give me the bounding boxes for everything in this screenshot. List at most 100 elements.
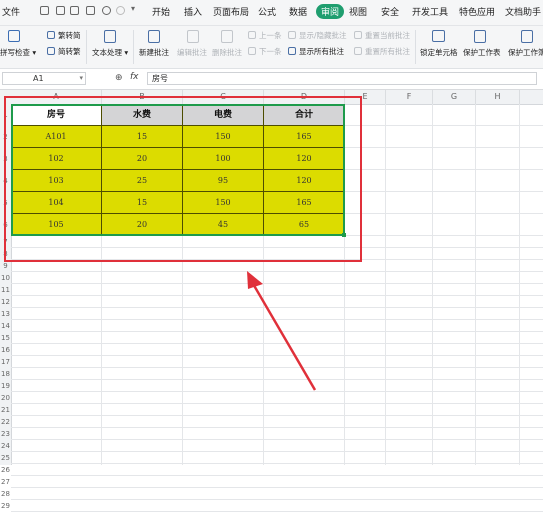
row-header-27[interactable]: 27 [0,476,11,488]
ribbon-separator [86,30,87,64]
delete-comment-button[interactable]: 删除批注 [212,47,242,58]
grid-horizontal-line [11,499,543,500]
row-header-24[interactable]: 24 [0,440,11,452]
grid-vertical-line [432,104,433,465]
print-preview-icon[interactable] [56,6,65,15]
protect-sheet-icon [474,30,486,43]
name-box[interactable]: A1 ▾ [2,72,86,85]
column-header-g[interactable]: G [433,90,476,104]
menu-tab-7[interactable]: 安全 [381,5,399,18]
formula-input[interactable]: 房号 [147,72,537,85]
row-header-28[interactable]: 28 [0,488,11,500]
grid-horizontal-line [11,403,543,404]
to-simplified-icon [47,31,55,39]
row-header-25[interactable]: 25 [0,452,11,464]
grid-horizontal-line [11,415,543,416]
show-hide-comment-button[interactable]: 显示/隐藏批注 [299,30,347,41]
next-comment-icon [248,47,256,55]
text-process-button[interactable]: 文本处理 ▾ [92,47,128,58]
next-comment-button[interactable]: 下一条 [259,46,282,57]
arrow-head [247,271,263,289]
row-header-14[interactable]: 14 [0,320,11,332]
export-pdf-icon[interactable] [86,6,95,15]
reset-all-comments-icon [354,47,362,55]
row-header-15[interactable]: 15 [0,332,11,344]
protect-workbook-icon [521,30,533,43]
row-header-21[interactable]: 21 [0,404,11,416]
file-menu[interactable]: 文件 [2,5,20,18]
arrow-shaft [250,281,317,391]
spell-check-button[interactable]: 拼写检查 ▾ [0,47,36,58]
ribbon-separator [415,30,416,64]
prev-comment-icon [248,31,256,39]
column-header-h[interactable]: H [476,90,520,104]
to-traditional-icon [47,47,55,55]
row-header-10[interactable]: 10 [0,272,11,284]
row-header-23[interactable]: 23 [0,428,11,440]
grid-horizontal-line [11,451,543,452]
customize-toolbar-icon[interactable]: ▾ [131,4,140,13]
row-header-19[interactable]: 19 [0,380,11,392]
reset-all-comments-button[interactable]: 重置所有批注 [365,46,410,57]
zoom-search-icon[interactable]: ⊕ [115,73,123,83]
redo-icon[interactable] [116,6,125,15]
row-header-22[interactable]: 22 [0,416,11,428]
menu-tab-3[interactable]: 公式 [258,5,276,18]
menu-tab-2[interactable]: 页面布局 [213,5,249,18]
edit-comment-button[interactable]: 编辑批注 [177,47,207,58]
grid-horizontal-line [11,439,543,440]
row-header-16[interactable]: 16 [0,344,11,356]
text-process-icon [104,30,116,43]
protect-workbook-button[interactable]: 保护工作簿 [508,47,543,58]
menu-tab-5[interactable]: 审阅 [316,4,345,19]
menu-tab-6[interactable]: 视图 [349,5,367,18]
row-header-12[interactable]: 12 [0,296,11,308]
print-icon[interactable] [70,6,79,15]
grid-horizontal-line [11,475,543,476]
menu-bar: 文件 ▾ 开始 插入 页面布局 公式 数据 审阅 视图 安全 开发工具 特色应用 文档助手 [0,0,543,26]
protect-sheet-button[interactable]: 保护工作表 [463,47,501,58]
annotation-arrow [247,271,317,391]
ribbon-review: 拼写检查 ▾ 繁转简 简转繁 文本处理 ▾ 新建批注 编辑批注 删除批注 上一条… [0,26,543,69]
chevron-down-icon[interactable]: ▾ [79,73,83,84]
row-header-11[interactable]: 11 [0,284,11,296]
grid-horizontal-line [11,487,543,488]
save-icon[interactable] [40,6,49,15]
grid-vertical-line [385,104,386,465]
new-comment-button[interactable]: 新建批注 [139,47,169,58]
menu-tab-4[interactable]: 数据 [289,5,307,18]
lock-cell-button[interactable]: 锁定单元格 [420,47,458,58]
to-traditional-button[interactable]: 简转繁 [58,46,81,57]
reset-current-comment-icon [354,31,362,39]
lock-cell-icon [432,30,445,42]
formula-bar: A1 ▾ ⊕ fx 房号 [0,69,543,90]
to-simplified-button[interactable]: 繁转简 [58,30,81,41]
undo-icon[interactable] [102,6,111,15]
reset-current-comment-button[interactable]: 重置当前批注 [365,30,410,41]
menu-tab-10[interactable]: 文档助手 [505,5,541,18]
new-comment-icon [148,30,160,43]
menu-tab-8[interactable]: 开发工具 [412,5,448,18]
grid-vertical-line [519,104,520,465]
grid-horizontal-line [11,463,543,464]
delete-comment-icon [221,30,233,43]
menu-tab-0[interactable]: 开始 [152,5,170,18]
grid-horizontal-line [11,427,543,428]
show-all-comments-button[interactable]: 显示所有批注 [299,46,344,57]
row-header-29[interactable]: 29 [0,500,11,512]
grid-vertical-line [475,104,476,465]
spell-check-icon [8,30,20,42]
row-header-17[interactable]: 17 [0,356,11,368]
prev-comment-button[interactable]: 上一条 [259,30,282,41]
menu-tab-9[interactable]: 特色应用 [459,5,495,18]
ribbon-separator [133,30,134,64]
show-hide-comment-icon [288,31,296,39]
menu-tab-1[interactable]: 插入 [184,5,202,18]
function-icon[interactable]: fx [130,72,139,82]
row-header-18[interactable]: 18 [0,368,11,380]
row-header-13[interactable]: 13 [0,308,11,320]
show-all-comments-icon [288,47,296,55]
row-header-20[interactable]: 20 [0,392,11,404]
row-header-26[interactable]: 26 [0,464,11,476]
column-header-f[interactable]: F [386,90,433,104]
